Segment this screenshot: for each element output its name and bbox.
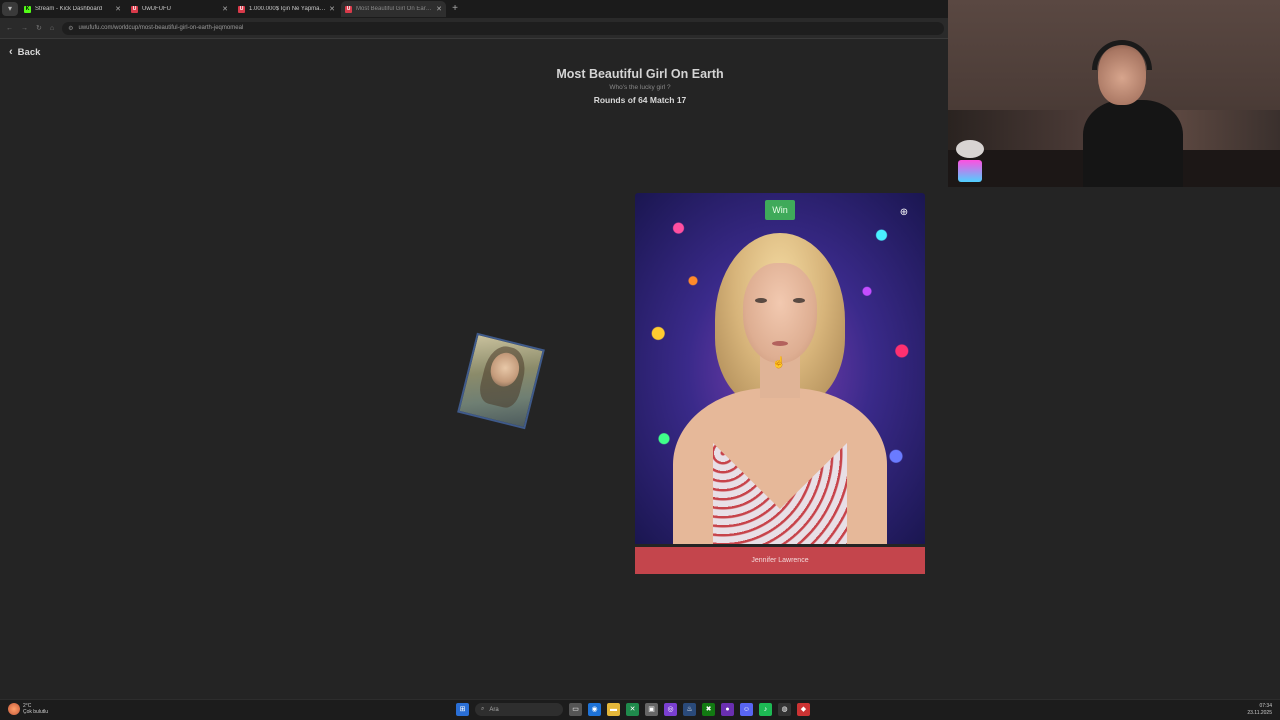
screen: ▾ K Stream - Kick Dashboard ✕ U UwUFUFU … — [0, 0, 1280, 720]
webcam-overlay — [948, 0, 1280, 187]
tab-title: 1.000.000$ İçin Ne Yapmazsın! - — [249, 6, 326, 12]
home-icon[interactable]: ⌂ — [50, 25, 54, 32]
app-icon[interactable]: ◎ — [664, 703, 677, 716]
url-text: uwufufu.com/worldcup/most-beautiful-girl… — [78, 25, 244, 31]
back-arrow-icon[interactable]: ← — [6, 25, 13, 32]
windows-taskbar: 2°C Çok bulutlu ⊞ ⌕ Ara ▭ ◉ ▬ ✕ ▣ ◎ ♨ ✖ … — [0, 699, 1280, 720]
task-view-icon[interactable]: ▭ — [569, 703, 582, 716]
xbox-icon[interactable]: ✖ — [702, 703, 715, 716]
store-icon[interactable]: ▣ — [645, 703, 658, 716]
image-detail — [743, 263, 817, 363]
back-label: Back — [17, 46, 41, 58]
image-detail — [755, 298, 767, 303]
round-info: Rounds of 64 Match 17 — [593, 95, 687, 105]
taskbar-search[interactable]: ⌕ Ara — [475, 703, 563, 716]
page-title: Most Beautiful Girl On Earth — [556, 67, 724, 81]
tab-title: Stream - Kick Dashboard — [35, 6, 103, 12]
weather-icon — [8, 703, 20, 715]
browser-tab-uwufufu[interactable]: U UwUFUFU ✕ — [127, 1, 232, 17]
tab-menu-chevron-down-icon[interactable]: ▾ — [2, 2, 18, 16]
image-detail — [772, 341, 788, 346]
image-detail — [793, 298, 805, 303]
forward-arrow-icon[interactable]: → — [21, 25, 28, 32]
browser-tab-million[interactable]: U 1.000.000$ İçin Ne Yapmazsın! - ✕ — [234, 1, 339, 17]
chevron-left-icon: ‹ — [9, 46, 13, 58]
obs-icon[interactable]: ● — [721, 703, 734, 716]
browser-tab-kick[interactable]: K Stream - Kick Dashboard ✕ — [20, 1, 125, 17]
url-field[interactable]: ⚙ uwufufu.com/worldcup/most-beautiful-gi… — [62, 21, 944, 35]
uwufufu-favicon-icon: U — [238, 5, 245, 13]
steam-icon[interactable]: ♨ — [683, 703, 696, 716]
clock-date: 23.11.2025 — [1247, 710, 1272, 716]
edge-icon[interactable]: ◉ — [588, 703, 601, 716]
excel-icon[interactable]: ✕ — [626, 703, 639, 716]
discord-icon[interactable]: ☺ — [740, 703, 753, 716]
file-explorer-icon[interactable]: ▬ — [607, 703, 620, 716]
hand-cursor-icon: ☝ — [772, 357, 786, 369]
page-subtitle: Who's the lucky girl ? — [609, 84, 671, 91]
uwufufu-favicon-icon: U — [131, 5, 138, 13]
streamer-body — [1083, 100, 1183, 187]
browser-tab-bar: ▾ K Stream - Kick Dashboard ✕ U UwUFUFU … — [0, 0, 948, 18]
close-tab-icon[interactable]: ✕ — [436, 5, 442, 13]
search-placeholder: Ara — [489, 706, 499, 713]
tab-title: Most Beautiful Girl On Earth! - — [356, 6, 434, 12]
chrome-icon[interactable]: ◍ — [778, 703, 791, 716]
zoom-in-icon[interactable]: ⊕ — [897, 206, 911, 220]
taskbar-apps: ⊞ ⌕ Ara ▭ ◉ ▬ ✕ ▣ ◎ ♨ ✖ ● ☺ ♪ ◍ ◆ — [456, 703, 816, 716]
close-tab-icon[interactable]: ✕ — [329, 5, 335, 13]
reload-icon[interactable]: ↻ — [36, 24, 42, 32]
new-tab-button[interactable]: + — [448, 2, 462, 16]
windows-start-icon[interactable]: ⊞ — [456, 703, 469, 716]
app-icon[interactable]: ◆ — [797, 703, 810, 716]
weather-widget[interactable]: 2°C Çok bulutlu — [8, 703, 48, 715]
close-tab-icon[interactable]: ✕ — [115, 5, 121, 13]
back-button[interactable]: ‹ Back — [9, 46, 40, 58]
divider — [0, 38, 948, 39]
webcam-lamp — [956, 140, 984, 158]
spotify-icon[interactable]: ♪ — [759, 703, 772, 716]
close-tab-icon[interactable]: ✕ — [222, 5, 228, 13]
browser-address-bar: ← → ↻ ⌂ ⚙ uwufufu.com/worldcup/most-beau… — [0, 18, 948, 38]
browser-tab-most-beautiful[interactable]: U Most Beautiful Girl On Earth! - ✕ — [341, 1, 446, 17]
tab-title: UwUFUFU — [142, 6, 171, 12]
system-clock[interactable]: 07:34 23.11.2025 — [1247, 703, 1272, 717]
candidate-name-bar[interactable]: Jennifer Lawrence — [635, 547, 925, 574]
webcam-rgb-light — [958, 160, 982, 182]
win-badge: Win — [765, 200, 795, 220]
kick-favicon-icon: K — [24, 5, 31, 13]
site-info-icon[interactable]: ⚙ — [68, 25, 73, 32]
uwufufu-favicon-icon: U — [345, 5, 352, 13]
search-icon: ⌕ — [481, 706, 485, 712]
weather-desc: Çok bulutlu — [23, 709, 49, 715]
clock-time: 07:34 — [1259, 703, 1272, 709]
eliminated-candidate-image — [457, 332, 545, 430]
